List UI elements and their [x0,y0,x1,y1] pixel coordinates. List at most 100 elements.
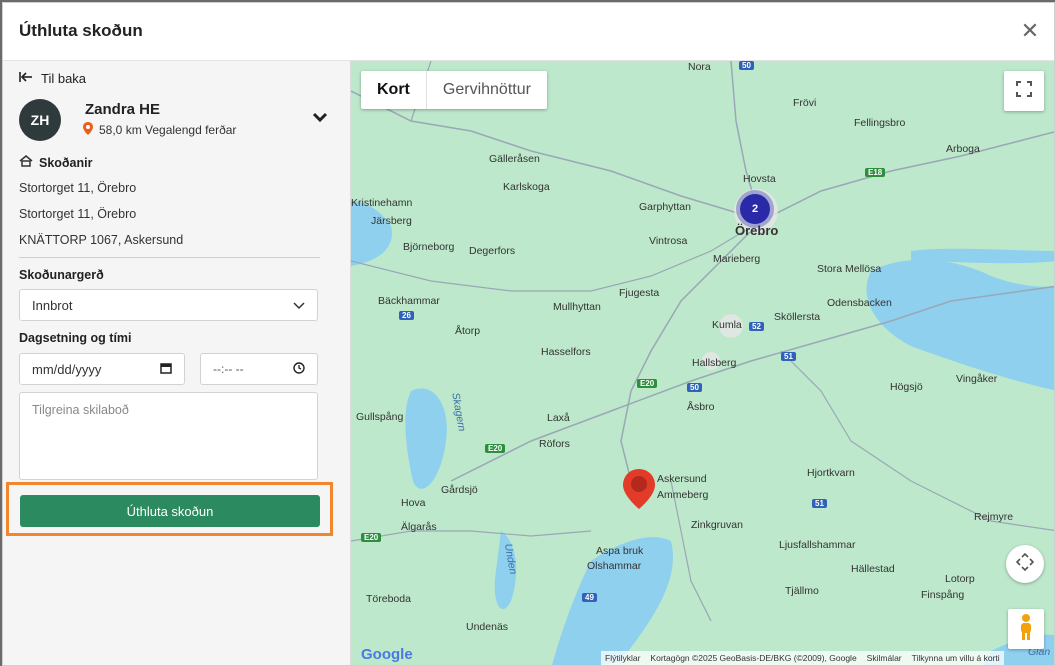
back-button[interactable]: Til baka [19,71,86,86]
map-label: Fjugesta [619,287,660,299]
map-attribution: Flýtilyklar Kortagögn ©2025 GeoBasis-DE/… [601,651,1004,665]
road-badge: E20 [361,533,382,542]
inspections-heading-label: Skoðanir [39,155,93,170]
map-label: Gälleråsen [489,153,540,165]
message-textarea[interactable]: Tilgreina skilaboð [19,392,318,480]
map-label: Röfors [539,438,570,450]
pegman-icon [1018,613,1034,646]
map-label: Kumla [712,319,742,331]
terms-link[interactable]: Skilmálar [867,653,902,663]
map-type-toggle: Kort Gervihnöttur [361,71,547,109]
map-label: Garphyttan [639,201,691,213]
map-label: Vingåker [956,373,998,385]
keyboard-shortcuts-link[interactable]: Flýtilyklar [605,653,640,663]
map-label: Lotorp [945,573,975,585]
map-label: Stora Mellösa [817,263,882,275]
map-label: Mullhyttan [553,301,601,313]
map-label: Hova [401,497,426,509]
map-label: Olshammar [587,560,642,572]
inspector-name: Zandra HE [85,101,161,118]
inspection-type-select[interactable]: Innbrot [19,289,318,321]
map-label: Järsberg [371,215,412,227]
map-label: Sköllersta [774,311,821,323]
map-label: Hallsberg [692,357,737,369]
back-label: Til baka [41,71,87,86]
chevron-down-icon [293,298,305,313]
tab-satellite[interactable]: Gervihnöttur [427,71,547,109]
road-badge: 49 [582,593,597,602]
dialog-header: Úthluta skoðun ✕ [3,3,1054,61]
clock-icon[interactable] [293,361,305,377]
tab-map[interactable]: Kort [361,71,427,109]
cluster-marker[interactable]: 2 [740,194,770,224]
map-label: Frövi [793,97,817,109]
map-label: Hasselfors [541,346,591,358]
date-placeholder: mm/dd/yyyy [32,361,102,377]
map-label: Marieberg [713,253,761,265]
map-label: Nora [688,61,711,73]
map-label: Zinkgruvan [691,519,743,531]
road-badge: 52 [749,322,764,331]
map-label: Aspa bruk [596,545,644,557]
avatar: ZH [19,99,61,141]
time-input[interactable]: --:-- -- [200,353,318,385]
map-label: Odensbacken [827,297,892,309]
map-label: Vintrosa [649,235,688,247]
map-label: Högsjö [890,381,923,393]
distance-label: 58,0 km Vegalengd ferðar [99,123,237,137]
chevron-down-icon[interactable] [312,109,328,127]
assign-inspection-button[interactable]: Úthluta skoðun [20,495,320,527]
assign-inspection-dialog: Úthluta skoðun ✕ Til baka ZH Zandra HE 5… [2,2,1055,666]
close-icon[interactable]: ✕ [1018,19,1042,43]
map-label: Kristinehamn [351,197,413,209]
inspection-type-label: Skoðunargerð [19,268,104,282]
inspection-address: KNÄTTORP 1067, Askersund [19,233,184,247]
fullscreen-button[interactable] [1004,71,1044,111]
road-badge: E20 [485,444,506,453]
date-input[interactable]: mm/dd/yyyy [19,353,185,385]
road-badge: E18 [865,168,886,177]
map-label: Karlskoga [503,181,550,193]
inspections-heading: Skoðanir [19,155,93,170]
map-label: Ammeberg [657,489,709,501]
map-label: Älgarås [401,521,437,533]
report-error-link[interactable]: Tilkynna um villu á korti [912,653,1000,663]
dialog-title: Úthluta skoðun [19,21,143,40]
road-badge: E20 [637,379,658,388]
google-logo: Google [361,646,413,663]
map-label: Åtorp [455,325,481,337]
map-label: Undenäs [466,621,509,633]
map-label: Tjällmo [785,585,819,597]
map-label: Askersund [657,473,707,485]
road-badge: 50 [687,383,702,392]
map-label: Åsbro [687,401,715,413]
arrow-left-icon [19,71,33,86]
road-badge: 51 [781,352,796,361]
inspection-address: Stortorget 11, Örebro [19,207,137,221]
map-label: Hovsta [743,173,776,185]
map-pin-icon[interactable] [622,468,656,515]
map-label: Finspång [921,589,965,601]
map-label: Örebro [735,223,779,238]
map-pan-control[interactable] [1006,545,1044,583]
map[interactable]: Kort Gervihnöttur Nora Frövi Fellingsbro… [351,61,1054,665]
map-label: Ljusfallshammar [779,539,856,551]
map-label: Björneborg [403,241,455,253]
road-badge: 50 [739,61,754,70]
inspection-address: Stortorget 11, Örebro [19,181,137,195]
street-view-button[interactable] [1008,609,1044,649]
calendar-icon[interactable] [160,362,172,377]
map-data-text: Kortagögn ©2025 GeoBasis-DE/BKG (©2009),… [650,653,857,663]
map-label: Hjortkvarn [807,467,855,479]
inspection-type-value: Innbrot [32,297,73,313]
map-label: Bäckhammar [378,295,440,307]
assignment-panel: Til baka ZH Zandra HE 58,0 km Vegalengd … [3,61,351,665]
location-pin-icon [83,122,93,138]
house-icon [19,155,33,170]
road-badge: 26 [399,311,414,320]
map-label: Laxå [547,412,570,424]
move-arrows-icon [1015,552,1035,576]
map-label: Gårdsjö [441,484,478,496]
map-label: Töreboda [366,593,411,605]
fullscreen-icon [1016,80,1032,102]
